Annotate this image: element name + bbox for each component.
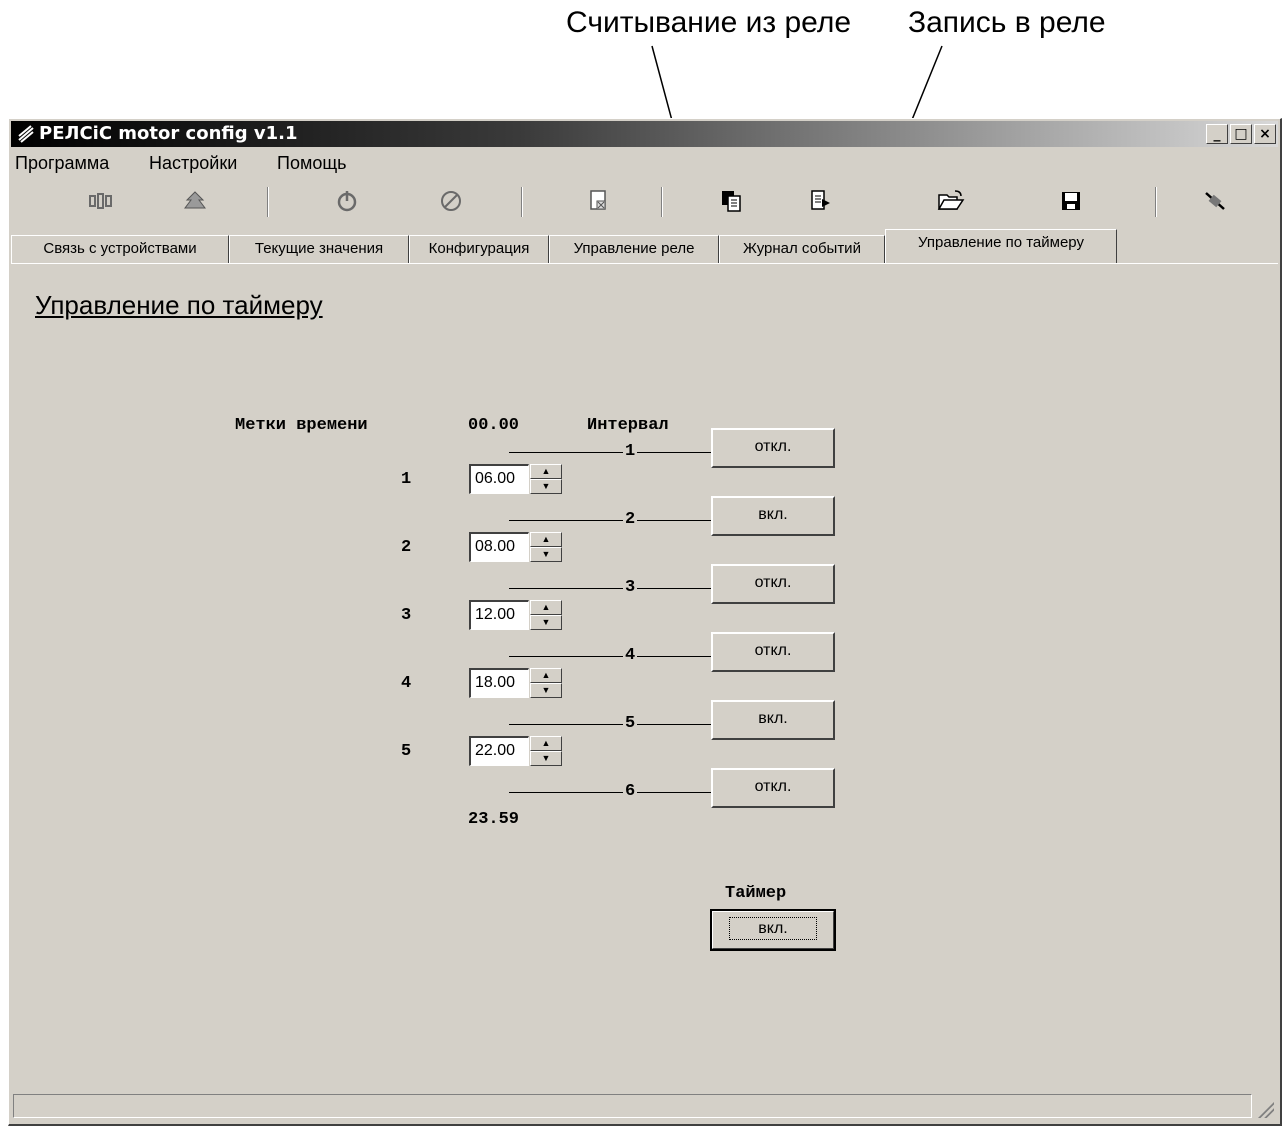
interval-4-state-button[interactable]: откл. xyxy=(711,632,835,672)
maximize-button[interactable]: □ xyxy=(1230,124,1252,144)
mark-5-spinner: 22.00 ▲ ▼ xyxy=(469,736,565,766)
interval-number: 4 xyxy=(623,646,638,665)
mark-2-time-input[interactable]: 08.00 xyxy=(469,532,529,562)
toolbar xyxy=(11,179,1278,223)
read-from-relay-icon[interactable] xyxy=(711,183,751,219)
mark-4-time-input[interactable]: 18.00 xyxy=(469,668,529,698)
close-button[interactable]: × xyxy=(1254,124,1276,144)
interval-1-state-button[interactable]: откл. xyxy=(711,428,835,468)
mark-index: 5 xyxy=(401,742,412,761)
tab-row: Связь с устройствами Текущие значения Ко… xyxy=(11,229,1278,263)
tab-configuration[interactable]: Конфигурация xyxy=(409,235,549,263)
mark-3-time-input[interactable]: 12.00 xyxy=(469,600,529,630)
interval-number: 6 xyxy=(623,782,638,801)
spin-down-icon[interactable]: ▼ xyxy=(530,751,562,766)
mark-2-spinner: 08.00 ▲ ▼ xyxy=(469,532,565,562)
mark-index: 3 xyxy=(401,606,412,625)
open-folder-icon[interactable] xyxy=(931,183,971,219)
stop-icon[interactable] xyxy=(431,183,471,219)
mark-5-time-input[interactable]: 22.00 xyxy=(469,736,529,766)
timer-label: Таймер xyxy=(725,884,787,903)
spin-down-icon[interactable]: ▼ xyxy=(530,547,562,562)
interval-line-4: 4 xyxy=(509,646,711,666)
interval-line-3: 3 xyxy=(509,578,711,598)
save-icon[interactable] xyxy=(1051,183,1091,219)
toolbar-separator xyxy=(1155,187,1157,217)
app-window: РЕЛСiС motor config v1.1 _ □ × Программа… xyxy=(8,118,1282,1126)
start-time-label: 00.00 xyxy=(468,416,520,435)
interval-6-state-button[interactable]: откл. xyxy=(711,768,835,808)
spin-down-icon[interactable]: ▼ xyxy=(530,683,562,698)
interval-3-state-button[interactable]: откл. xyxy=(711,564,835,604)
tab-current-values[interactable]: Текущие значения xyxy=(229,235,409,263)
toolbar-separator xyxy=(267,187,269,217)
mark-3-spinner: 12.00 ▲ ▼ xyxy=(469,600,565,630)
window-title: РЕЛСiС motor config v1.1 xyxy=(39,123,298,144)
interval-number: 3 xyxy=(623,578,638,597)
status-bar xyxy=(11,1090,1278,1122)
tab-connection[interactable]: Связь с устройствами xyxy=(11,235,229,263)
interval-line-5: 5 xyxy=(509,714,711,734)
timer-toggle-button[interactable]: вкл. xyxy=(710,909,836,951)
title-bar[interactable]: РЕЛСiС motor config v1.1 _ □ × xyxy=(11,121,1278,147)
write-callout-label: Запись в реле xyxy=(908,6,1106,39)
menu-program[interactable]: Программа xyxy=(15,153,109,174)
spin-up-icon[interactable]: ▲ xyxy=(530,736,562,751)
spin-up-icon[interactable]: ▲ xyxy=(530,532,562,547)
status-panel xyxy=(13,1094,1252,1118)
spin-up-icon[interactable]: ▲ xyxy=(530,668,562,683)
write-to-relay-icon[interactable] xyxy=(801,183,841,219)
mark-index: 4 xyxy=(401,674,412,693)
tab-relay-control[interactable]: Управление реле xyxy=(549,235,719,263)
mark-1-spinner: 06.00 ▲ ▼ xyxy=(469,464,565,494)
read-callout-label: Считывание из реле xyxy=(566,6,852,39)
timer-tab-pane: Управление по таймеру Метки времени 00.0… xyxy=(11,263,1278,1086)
spin-up-icon[interactable]: ▲ xyxy=(530,600,562,615)
interval-line-6: 6 xyxy=(509,782,711,802)
minimize-button[interactable]: _ xyxy=(1206,124,1228,144)
toolbar-separator xyxy=(661,187,663,217)
timer-state-text: вкл. xyxy=(729,917,817,940)
interval-5-state-button[interactable]: вкл. xyxy=(711,700,835,740)
app-icon xyxy=(18,125,34,143)
marks-column-header: Метки времени xyxy=(235,416,368,435)
interval-number: 5 xyxy=(623,714,638,733)
menu-help[interactable]: Помощь xyxy=(277,153,347,174)
network-icon[interactable] xyxy=(81,183,121,219)
interval-line-1: 1 xyxy=(509,442,711,462)
interval-number: 2 xyxy=(623,510,638,529)
clear-icon[interactable] xyxy=(579,183,619,219)
mark-index: 1 xyxy=(401,470,412,489)
resize-grip-icon[interactable] xyxy=(1256,1100,1274,1118)
toolbar-separator xyxy=(521,187,523,217)
tab-timer-control[interactable]: Управление по таймеру xyxy=(885,229,1117,263)
menu-bar: Программа Настройки Помощь xyxy=(11,149,1278,177)
spin-down-icon[interactable]: ▼ xyxy=(530,615,562,630)
interval-2-state-button[interactable]: вкл. xyxy=(711,496,835,536)
end-time-label: 23.59 xyxy=(468,810,520,829)
power-icon[interactable] xyxy=(327,183,367,219)
disconnect-icon[interactable] xyxy=(1195,183,1235,219)
spin-up-icon[interactable]: ▲ xyxy=(530,464,562,479)
mark-4-spinner: 18.00 ▲ ▼ xyxy=(469,668,565,698)
mark-index: 2 xyxy=(401,538,412,557)
page-title: Управление по таймеру xyxy=(35,290,323,320)
interval-line-2: 2 xyxy=(509,510,711,530)
spin-down-icon[interactable]: ▼ xyxy=(530,479,562,494)
interval-column-header: Интервал xyxy=(587,416,669,435)
device-icon[interactable] xyxy=(175,183,215,219)
tab-event-log[interactable]: Журнал событий xyxy=(719,235,885,263)
interval-number: 1 xyxy=(623,442,638,461)
menu-settings[interactable]: Настройки xyxy=(149,153,237,174)
mark-1-time-input[interactable]: 06.00 xyxy=(469,464,529,494)
